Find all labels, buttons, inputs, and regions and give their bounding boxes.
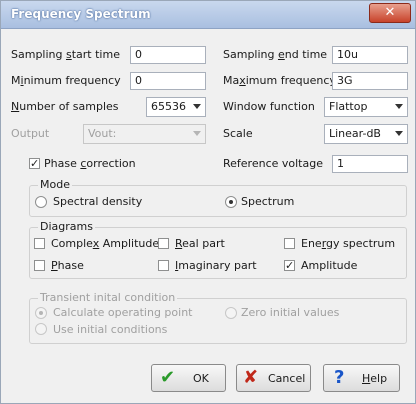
phase-correction-checkbox[interactable]: ✓ [29, 158, 40, 169]
frequency-spectrum-dialog: Frequency Spectrum ✕ Sampling start time… [0, 0, 416, 404]
complex-amplitude-checkbox[interactable] [34, 238, 45, 249]
imaginary-part-checkbox[interactable] [158, 260, 169, 271]
close-button[interactable]: ✕ [369, 3, 411, 23]
maximum-frequency-input[interactable]: 3G [332, 72, 408, 90]
reference-voltage-label: Reference voltage [223, 157, 323, 170]
close-icon: ✕ [384, 5, 396, 20]
radio-selected-dot [229, 200, 233, 204]
real-part-checkbox[interactable] [158, 238, 169, 249]
number-of-samples-label: Number of samples [11, 100, 119, 113]
dialog-title: Frequency Spectrum [11, 7, 151, 21]
amplitude-label: Amplitude [301, 259, 358, 272]
energy-spectrum-checkbox[interactable] [284, 238, 295, 249]
sampling-start-time-input[interactable]: 0 [130, 46, 206, 64]
minimum-frequency-label: Minimum frequency [11, 74, 121, 87]
number-of-samples-value: 65536 [151, 100, 186, 113]
transient-group [29, 298, 407, 344]
title-bar[interactable]: Frequency Spectrum ✕ [1, 1, 415, 29]
amplitude-checkbox[interactable]: ✓ [284, 260, 295, 271]
zero-initial-values-label: Zero initial values [241, 306, 340, 319]
output-select[interactable]: Vout: [83, 124, 206, 144]
window-function-value: Flattop [329, 100, 368, 113]
zero-initial-values-radio[interactable] [225, 307, 237, 319]
output-label: Output [11, 127, 50, 140]
use-initial-conditions-radio[interactable] [35, 323, 47, 335]
calculate-operating-point-radio[interactable] [35, 307, 47, 319]
calculate-operating-point-label: Calculate operating point [53, 306, 193, 319]
spectral-density-label: Spectral density [53, 195, 143, 208]
cancel-button[interactable]: ✘ Cancel [236, 364, 311, 392]
phase-checkbox[interactable] [34, 260, 45, 271]
complex-amplitude-label: Complex Amplitude [51, 237, 160, 250]
help-button-label: Help [362, 372, 388, 385]
question-mark-icon: ? [334, 367, 345, 388]
scale-label: Scale [223, 127, 253, 140]
window-function-label: Window function [223, 100, 315, 113]
chevron-down-icon [395, 104, 403, 109]
radio-selected-dot [39, 311, 43, 315]
output-value: Vout: [88, 127, 117, 140]
use-initial-conditions-label: Use initial conditions [53, 323, 168, 336]
chevron-down-icon [193, 131, 201, 136]
spectrum-radio[interactable] [225, 196, 237, 208]
spectrum-label: Spectrum [241, 195, 295, 208]
phase-correction-label: Phase correction [44, 157, 136, 170]
sampling-start-time-label: Sampling start time [11, 48, 120, 61]
check-icon: ✔ [160, 367, 176, 388]
ok-button-label: OK [193, 372, 209, 385]
real-part-label: Real part [175, 237, 225, 250]
minimum-frequency-input[interactable]: 0 [130, 72, 206, 90]
diagrams-group-title: Diagrams [38, 220, 95, 233]
phase-label: Phase [51, 259, 84, 272]
scale-value: Linear-dB [329, 127, 381, 140]
chevron-down-icon [193, 104, 201, 109]
maximum-frequency-label: Maximum frequency [223, 74, 336, 87]
scale-select[interactable]: Linear-dB [324, 124, 408, 144]
sampling-end-time-input[interactable]: 10u [332, 46, 408, 64]
window-function-select[interactable]: Flattop [324, 97, 408, 117]
number-of-samples-select[interactable]: 65536 [146, 97, 206, 117]
spectral-density-radio[interactable] [35, 196, 47, 208]
mode-group-title: Mode [38, 178, 72, 191]
energy-spectrum-label: Energy spectrum [301, 237, 396, 250]
help-button[interactable]: ? Help [323, 364, 400, 392]
imaginary-part-label: Imaginary part [175, 259, 257, 272]
sampling-end-time-label: Sampling end time [223, 48, 328, 61]
transient-group-title: Transient inital condition [38, 291, 178, 304]
x-cross-icon: ✘ [243, 367, 259, 388]
cancel-button-label: Cancel [268, 372, 306, 385]
chevron-down-icon [395, 131, 403, 136]
ok-button[interactable]: ✔ OK [151, 364, 226, 392]
reference-voltage-input[interactable]: 1 [332, 155, 408, 173]
